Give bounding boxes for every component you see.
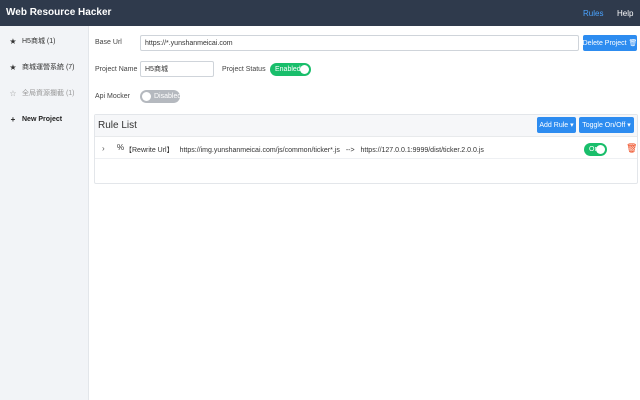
- rule-list-header: Rule List Add Rule ▾ Toggle On/Off ▾: [95, 115, 637, 137]
- new-project-button[interactable]: + New Project: [0, 110, 89, 128]
- rule-description: 【Rewrite Url】 https://img.yunshanmeicai.…: [125, 145, 488, 155]
- trash-icon[interactable]: 🗑: [626, 143, 637, 154]
- toggle-on-off-button[interactable]: Toggle On/Off ▾: [579, 117, 634, 133]
- rule-row[interactable]: › % 【Rewrite Url】 https://img.yunshanmei…: [95, 139, 637, 159]
- main-content: Base Url https://*.yunshanmeicai.com Del…: [89, 26, 640, 400]
- project-name-label: Project Name: [95, 66, 138, 73]
- chevron-right-icon[interactable]: ›: [102, 144, 105, 153]
- rule-list-panel: Rule List Add Rule ▾ Toggle On/Off ▾ › %…: [94, 114, 638, 184]
- rule-enable-toggle[interactable]: On: [584, 143, 607, 156]
- project-sidebar: ★ H5商城 (1) ★ 商城運營系統 (7) ☆ 全局資源攔截 (1) + N…: [0, 26, 89, 400]
- nav-rules-link[interactable]: Rules: [583, 9, 603, 18]
- rule-arrow: -->: [345, 147, 355, 154]
- api-mocker-toggle[interactable]: Disabled: [140, 90, 182, 103]
- project-status-label: Project Status: [222, 66, 266, 73]
- base-url-label: Base Url: [95, 39, 122, 46]
- app-title: Web Resource Hacker: [6, 7, 112, 18]
- toggle-label: Enabled: [275, 66, 301, 73]
- top-navbar: Web Resource Hacker Rules Help: [0, 0, 640, 26]
- project-status-toggle[interactable]: Enabled: [270, 63, 311, 76]
- nav-help-link[interactable]: Help: [617, 9, 633, 18]
- sidebar-item-label: 商城運營系統 (7): [22, 64, 75, 71]
- add-rule-button[interactable]: Add Rule ▾: [537, 117, 576, 133]
- link-icon: %: [117, 143, 125, 152]
- toggle-knob: [142, 92, 151, 101]
- rule-type: 【Rewrite Url】: [125, 147, 174, 154]
- star-icon: ★: [9, 36, 17, 46]
- base-url-input[interactable]: https://*.yunshanmeicai.com: [140, 35, 579, 51]
- rule-to-url: https://127.0.0.1:9999/dist/ticker.2.0.0…: [360, 147, 484, 154]
- api-mocker-label: Api Mocker: [95, 93, 131, 100]
- delete-project-button[interactable]: Delete Project 🗑: [583, 35, 637, 51]
- star-icon: ★: [9, 62, 17, 72]
- rule-from-url: https://img.yunshanmeicai.com/js/common/…: [179, 147, 340, 154]
- sidebar-item-label: H5商城 (1): [22, 38, 56, 45]
- toggle-knob: [596, 145, 605, 154]
- sidebar-item-h5-mall[interactable]: ★ H5商城 (1): [0, 32, 89, 50]
- sidebar-item-label: 全局資源攔截 (1): [22, 90, 75, 97]
- sidebar-item-global-intercept[interactable]: ☆ 全局資源攔截 (1): [0, 84, 89, 102]
- toggle-knob: [300, 65, 309, 74]
- rule-list-title: Rule List: [98, 120, 137, 131]
- new-project-label: New Project: [22, 115, 63, 123]
- sidebar-item-mall-ops[interactable]: ★ 商城運營系統 (7): [0, 58, 89, 76]
- toggle-label: Disabled: [154, 93, 182, 100]
- star-outline-icon: ☆: [9, 88, 17, 98]
- project-name-input[interactable]: H5商城: [140, 61, 214, 77]
- plus-icon: +: [10, 114, 16, 124]
